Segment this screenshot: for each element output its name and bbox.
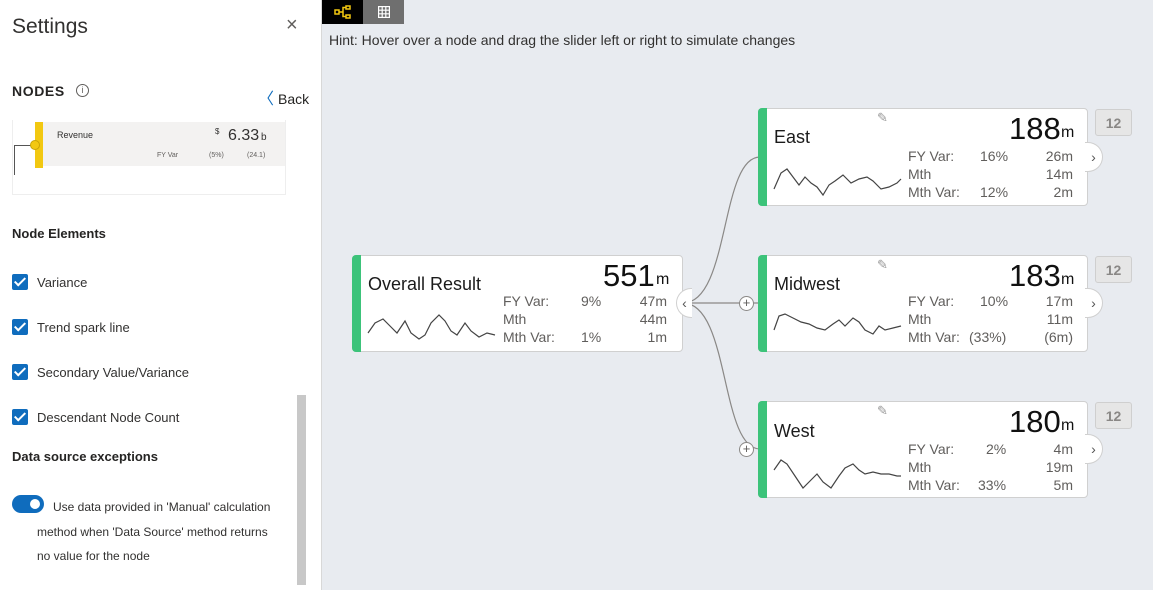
- row-pct: 2%: [986, 441, 1007, 457]
- row-pct: 9%: [581, 293, 602, 309]
- row-label: Mth Var:: [908, 329, 960, 345]
- row-pct: 33%: [978, 477, 1007, 493]
- node-value: 183: [1009, 258, 1061, 293]
- node-unit: m: [656, 271, 670, 288]
- node-midwest[interactable]: ✎ Midwest 183 m FY Var: 10% 17m Mth 11m …: [758, 255, 1088, 352]
- node-unit: m: [1061, 417, 1075, 434]
- trend-sparkline: [773, 459, 901, 489]
- row-label: Mth: [908, 166, 932, 182]
- node-color-bar: [758, 108, 767, 206]
- row-abs: 4m: [1053, 441, 1073, 457]
- node-value: 180: [1009, 404, 1061, 439]
- trend-sparkline: [367, 314, 496, 340]
- row-abs: 14m: [1045, 166, 1073, 182]
- row-label: Mth: [908, 311, 932, 327]
- row-abs: 1m: [647, 329, 667, 345]
- trend-sparkline: [773, 168, 902, 197]
- pencil-icon[interactable]: ✎: [877, 110, 888, 126]
- row-abs: 11m: [1046, 311, 1073, 327]
- node-color-bar: [758, 255, 767, 352]
- node-value: 188: [1009, 111, 1061, 146]
- row-label: Mth: [908, 459, 932, 475]
- node-value: 551: [603, 258, 655, 293]
- node-name: East: [774, 127, 811, 147]
- node-name: Midwest: [774, 274, 841, 294]
- row-abs: 17m: [1045, 293, 1073, 309]
- row-label: FY Var:: [908, 148, 955, 164]
- descendant-count-badge: 12: [1095, 402, 1132, 429]
- connector-east: [682, 156, 761, 304]
- connector-west: [682, 302, 761, 450]
- row-label: Mth Var:: [503, 329, 555, 345]
- node-east[interactable]: ✎ East 188 m FY Var: 16% 26m Mth 14m Mth…: [758, 108, 1088, 206]
- row-abs: 44m: [639, 311, 667, 327]
- row-abs: 47m: [639, 293, 667, 309]
- row-pct: 10%: [980, 293, 1009, 309]
- row-abs: 26m: [1045, 148, 1073, 164]
- descendant-count-badge: 12: [1095, 109, 1132, 136]
- row-label: Mth Var:: [908, 184, 960, 200]
- node-name: West: [774, 421, 815, 441]
- node-color-bar: [352, 255, 361, 352]
- row-abs: (6m): [1044, 329, 1073, 345]
- row-pct: 12%: [980, 184, 1009, 200]
- pencil-icon[interactable]: ✎: [877, 403, 888, 419]
- row-pct: 16%: [980, 148, 1009, 164]
- node-name: Overall Result: [368, 274, 482, 294]
- row-label: Mth: [503, 311, 527, 327]
- row-label: FY Var:: [503, 293, 550, 309]
- row-pct: 1%: [581, 329, 602, 345]
- add-node-plus-icon[interactable]: +: [739, 442, 754, 457]
- node-west[interactable]: ✎ West 180 m FY Var: 2% 4m Mth 19m Mth V…: [758, 401, 1088, 498]
- row-label: FY Var:: [908, 441, 955, 457]
- row-abs: 5m: [1053, 477, 1073, 493]
- node-unit: m: [1061, 124, 1075, 141]
- pencil-icon[interactable]: ✎: [877, 257, 888, 273]
- add-node-plus-icon[interactable]: +: [739, 296, 754, 311]
- node-unit: m: [1061, 271, 1075, 288]
- node-color-bar: [758, 401, 767, 498]
- descendant-count-badge: 12: [1095, 256, 1132, 283]
- trend-sparkline: [773, 313, 902, 335]
- row-pct: (33%): [969, 329, 1007, 345]
- row-label: FY Var:: [908, 293, 955, 309]
- row-abs: 2m: [1053, 184, 1073, 200]
- row-abs: 19m: [1045, 459, 1073, 475]
- node-overall-result[interactable]: Overall Result 551 m FY Var: 9% 47m Mth …: [352, 255, 683, 352]
- row-label: Mth Var:: [908, 477, 960, 493]
